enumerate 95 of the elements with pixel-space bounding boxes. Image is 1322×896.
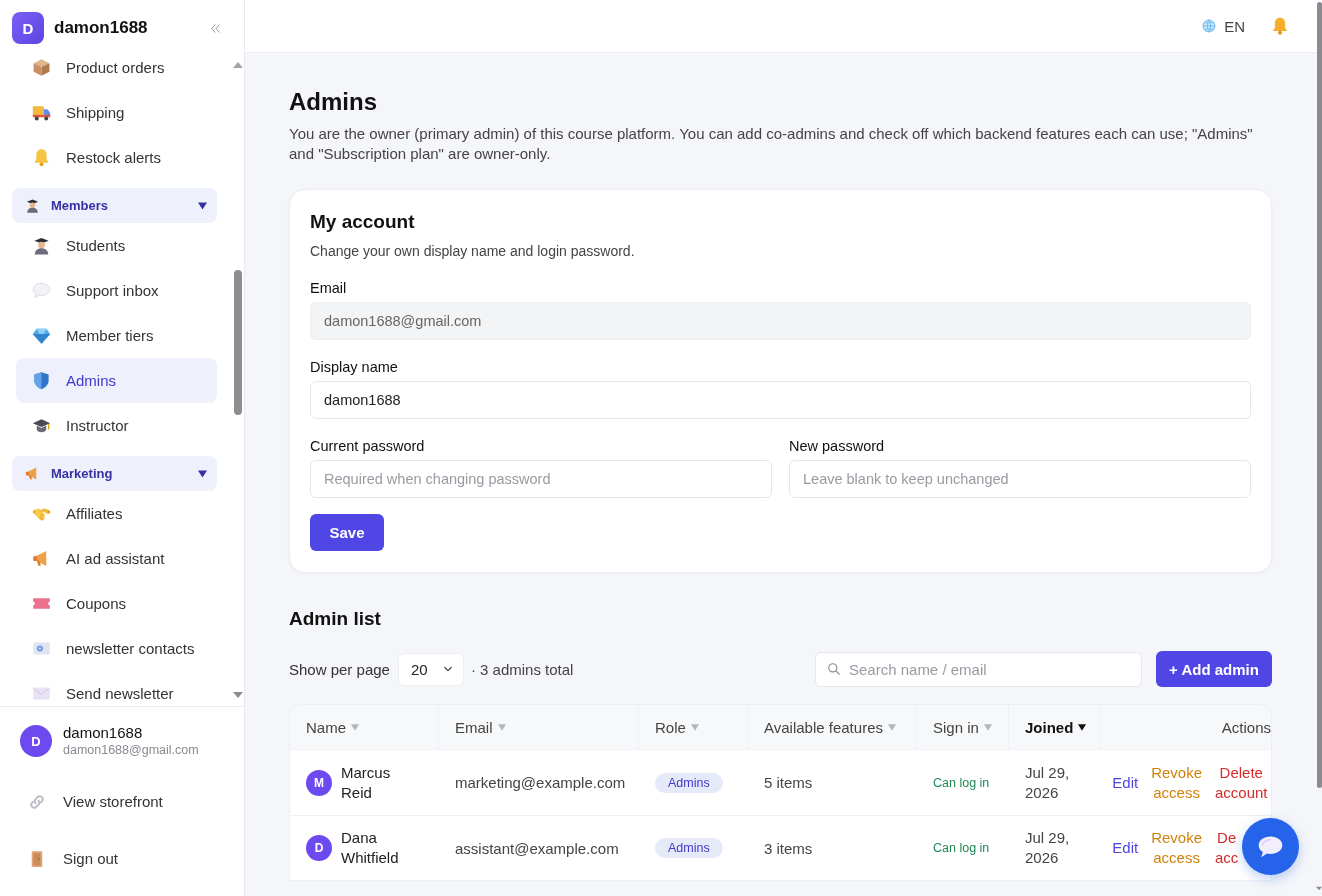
input-field[interactable]: Required when changing password bbox=[310, 460, 772, 498]
sign-in-status: Can log in bbox=[933, 775, 990, 790]
add-admin-button[interactable]: + Add admin bbox=[1156, 651, 1272, 687]
nav-item[interactable]: Support inbox bbox=[16, 268, 217, 313]
chat-bubble-icon bbox=[1257, 833, 1284, 860]
arrow-down-icon bbox=[1316, 886, 1322, 891]
nav-item[interactable]: Instructor bbox=[16, 403, 217, 448]
nav-item[interactable]: AI ad assistant bbox=[16, 536, 217, 581]
feature-count: 5 items bbox=[764, 774, 813, 791]
page-description: You are the owner (primary admin) of this course platform. You can add co-admins and check off which backend features each can use; "Admins" and "Subscription plan" are owner-only. bbox=[289, 124, 1254, 164]
double-chevron-left-icon bbox=[210, 23, 221, 34]
globe-icon bbox=[1202, 19, 1217, 33]
input-field[interactable]: Leave blank to keep unchanged bbox=[789, 460, 1251, 498]
student-icon bbox=[25, 198, 40, 213]
delete-link[interactable]: Delete account bbox=[1215, 762, 1268, 803]
column-header[interactable]: Available features bbox=[764, 718, 896, 736]
admin-name: Marcus Reid bbox=[341, 762, 392, 803]
nav-item[interactable]: Students bbox=[16, 223, 217, 268]
role-badge: Admins bbox=[655, 772, 723, 793]
per-page-label: Show per page bbox=[289, 660, 390, 678]
nav-item[interactable]: Restock alerts bbox=[16, 135, 217, 180]
sort-caret-icon bbox=[1078, 723, 1087, 731]
sort-caret-icon bbox=[497, 723, 506, 731]
joined-date: Jul 29, 2026 bbox=[1025, 762, 1071, 803]
arrow-up-icon bbox=[232, 62, 243, 68]
scrollbar-thumb[interactable] bbox=[1316, 2, 1322, 788]
nav-item[interactable]: Shipping bbox=[16, 90, 217, 135]
search-icon bbox=[827, 662, 841, 676]
collapse-button[interactable] bbox=[210, 23, 221, 34]
input-field[interactable]: damon1688 bbox=[310, 381, 1251, 419]
admin-count: · 3 admins total bbox=[470, 660, 574, 678]
column-header[interactable]: Name bbox=[306, 718, 359, 736]
field-label: Current password bbox=[310, 437, 425, 456]
notifications-button[interactable] bbox=[1271, 17, 1289, 35]
sign-in-status: Can log in bbox=[933, 841, 990, 855]
edit-link[interactable]: Edit bbox=[1112, 772, 1139, 793]
sort-caret-icon bbox=[887, 723, 896, 731]
column-header: Actions bbox=[1221, 718, 1271, 736]
nav-item[interactable]: Affiliates bbox=[16, 491, 217, 536]
delete-link[interactable]: De acc bbox=[1215, 828, 1239, 868]
role-badge: Admins bbox=[655, 838, 723, 858]
brand-name: damon1688 bbox=[54, 17, 148, 39]
nav-group-header[interactable]: Members bbox=[12, 188, 217, 223]
box-icon bbox=[32, 58, 51, 77]
column-header[interactable]: Role bbox=[655, 718, 699, 736]
brand-logo: D bbox=[12, 12, 44, 44]
arrow-down-icon bbox=[232, 692, 243, 698]
section-title: Admin list bbox=[289, 607, 382, 631]
bell-icon bbox=[32, 148, 51, 167]
nav-item[interactable]: Admins bbox=[16, 358, 217, 403]
admin-email: marketing@example.com bbox=[455, 774, 626, 791]
sign-out-link[interactable]: Sign out bbox=[20, 836, 119, 881]
chevron-down-icon bbox=[442, 664, 453, 674]
user-avatar: D bbox=[306, 835, 332, 861]
admin-name: Dana Whitfield bbox=[341, 828, 400, 868]
search-field[interactable]: Search name / email bbox=[815, 651, 1142, 687]
nav-item[interactable]: Member tiers bbox=[16, 313, 217, 358]
nav-item[interactable]: Product orders bbox=[16, 45, 217, 90]
field-label: New password bbox=[789, 437, 885, 456]
shield-icon bbox=[32, 371, 51, 390]
admin-email: assistant@example.com bbox=[455, 839, 619, 857]
user-email: damon1688@gmail.com bbox=[63, 742, 199, 758]
scrollbar-thumb[interactable] bbox=[233, 270, 242, 415]
column-header[interactable]: Sign in bbox=[933, 718, 992, 736]
nav-item[interactable]: Send newsletter bbox=[16, 671, 217, 706]
gem-icon bbox=[32, 326, 51, 345]
joined-date: Jul 29, 2026 bbox=[1025, 828, 1071, 868]
card-title: My account bbox=[310, 210, 416, 234]
storefront-link[interactable]: View storefront bbox=[20, 779, 163, 824]
field-label: Display name bbox=[310, 358, 398, 377]
truck-icon bbox=[32, 103, 51, 122]
user-avatar: D bbox=[20, 725, 52, 757]
field-label: Email bbox=[310, 279, 347, 298]
edit-link[interactable]: Edit bbox=[1112, 838, 1139, 858]
sort-caret-icon bbox=[690, 723, 699, 731]
bell-icon bbox=[1271, 17, 1289, 35]
feature-count: 3 items bbox=[764, 839, 813, 857]
language-button[interactable]: EN bbox=[1202, 17, 1245, 35]
nav-group-header[interactable]: Marketing bbox=[12, 456, 217, 491]
column-header[interactable]: Email bbox=[455, 718, 506, 736]
column-header[interactable]: Joined bbox=[1025, 718, 1087, 736]
card-subtitle: Change your own display name and login password. bbox=[310, 242, 636, 261]
speech-bubble-icon bbox=[32, 281, 51, 300]
link-icon bbox=[28, 792, 46, 811]
student-icon bbox=[32, 236, 51, 255]
sort-caret-icon bbox=[351, 723, 359, 731]
nav-item[interactable]: Coupons bbox=[16, 581, 217, 626]
save-button[interactable]: Save bbox=[310, 514, 384, 551]
page-title: Admins bbox=[289, 87, 378, 117]
user-name: damon1688 bbox=[63, 724, 144, 742]
sort-caret-icon bbox=[983, 723, 992, 731]
per-page-select[interactable]: 20 bbox=[397, 652, 464, 686]
user-avatar: M bbox=[306, 769, 332, 796]
nav-item[interactable]: newsletter contacts bbox=[16, 626, 217, 671]
graduation-cap-icon bbox=[32, 416, 51, 435]
